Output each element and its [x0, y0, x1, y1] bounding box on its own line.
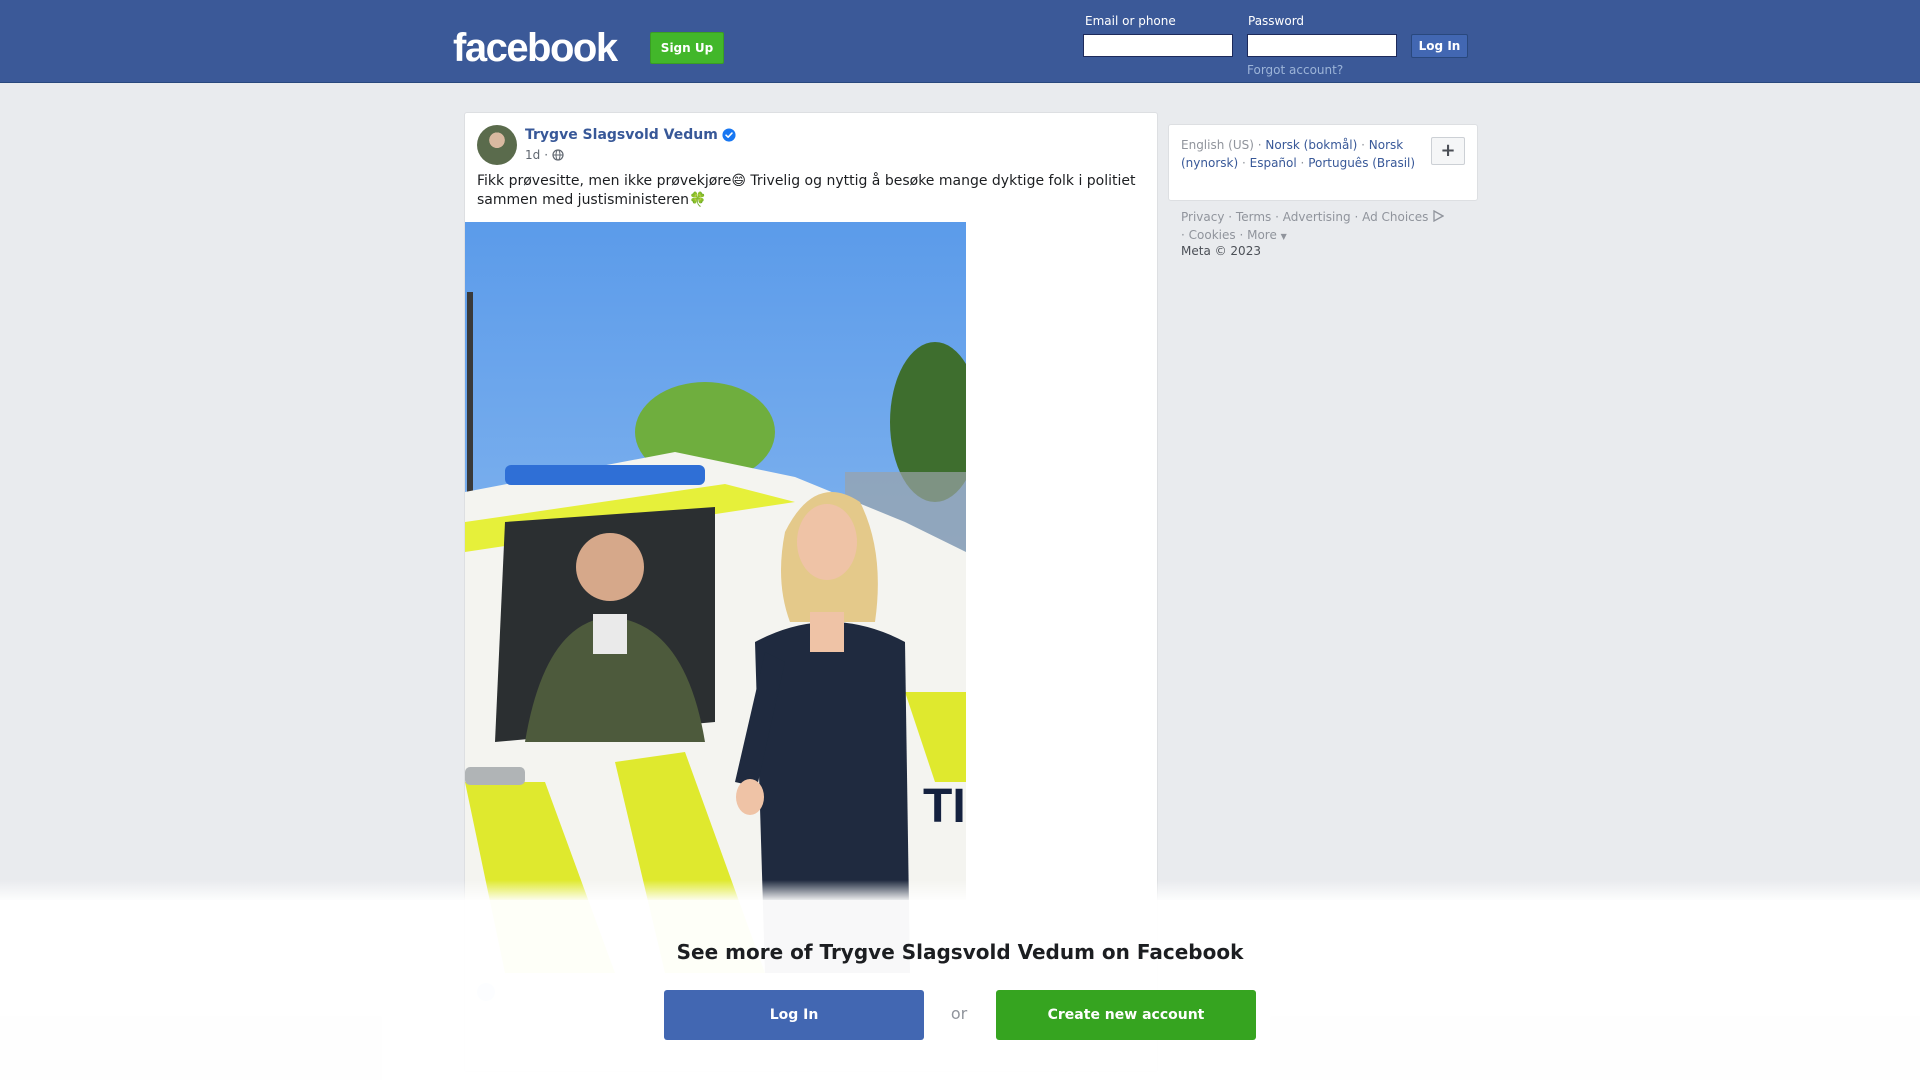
verified-badge-icon — [722, 128, 736, 142]
create-account-button[interactable]: Create new account — [996, 990, 1256, 1040]
top-bar: facebook Sign Up Email or phone Password… — [0, 0, 1920, 83]
copyright: Meta © 2023 — [1181, 244, 1261, 258]
forgot-account-link[interactable]: Forgot account? — [1247, 63, 1343, 77]
language-link[interactable]: Português (Brasil) — [1308, 156, 1415, 170]
author-name[interactable]: Trygve Slagsvold Vedum — [525, 127, 718, 143]
privacy-link[interactable]: Privacy — [1181, 210, 1224, 224]
facebook-logo[interactable]: facebook — [453, 26, 618, 71]
post-time[interactable]: 1d — [525, 148, 540, 162]
cookies-link[interactable]: Cookies — [1189, 228, 1236, 242]
footer-links: Privacy · Terms · Advertising · Ad Choic… — [1181, 208, 1481, 246]
more-link[interactable]: More — [1247, 228, 1277, 242]
svg-text:TI: TI — [923, 780, 966, 833]
password-field[interactable] — [1247, 34, 1397, 57]
language-link[interactable]: Norsk (bokmål) — [1265, 138, 1357, 152]
separator: · — [1354, 210, 1363, 224]
post-author[interactable]: Trygve Slagsvold Vedum — [525, 127, 736, 143]
sign-up-button[interactable]: Sign Up — [650, 32, 724, 64]
email-field[interactable] — [1083, 34, 1233, 57]
post-text: Fikk prøvesitte, men ikke prøvekjøre😄 Tr… — [477, 173, 1136, 208]
photo-illustration: TI — [465, 222, 966, 973]
log-in-button[interactable]: Log In — [1411, 34, 1468, 58]
advertising-link[interactable]: Advertising — [1283, 210, 1351, 224]
post-meta: 1d · — [525, 148, 564, 162]
separator: · — [1228, 210, 1236, 224]
globe-icon — [552, 149, 564, 161]
separator: · — [1241, 155, 1250, 170]
ad-choices-icon — [1433, 209, 1445, 223]
ad-choices-link[interactable]: Ad Choices — [1362, 210, 1428, 224]
separator: · — [1181, 228, 1189, 242]
banner-or-text: or — [950, 1004, 968, 1023]
banner-log-in-button[interactable]: Log In — [664, 990, 924, 1040]
language-link[interactable]: Español — [1250, 156, 1297, 170]
login-banner: See more of Trygve Slagsvold Vedum on Fa… — [0, 900, 1920, 1080]
banner-title: See more of Trygve Slagsvold Vedum on Fa… — [676, 940, 1244, 964]
post-photo[interactable]: TI — [465, 222, 966, 973]
avatar[interactable] — [477, 125, 517, 165]
separator: · — [1361, 138, 1369, 152]
caret-down-icon: ▼ — [1280, 232, 1287, 241]
email-label: Email or phone — [1085, 14, 1176, 28]
language-current: English (US) — [1181, 138, 1254, 152]
terms-link[interactable]: Terms — [1236, 210, 1271, 224]
banner-fade — [0, 880, 1920, 900]
more-languages-button[interactable]: + — [1431, 137, 1465, 165]
password-label: Password — [1248, 14, 1305, 28]
language-selector: English (US) · Norsk (bokmål) · Norsk (n… — [1168, 124, 1478, 201]
separator: · — [1275, 210, 1283, 224]
meta-separator: · — [544, 148, 549, 162]
separator: · — [1239, 228, 1248, 242]
